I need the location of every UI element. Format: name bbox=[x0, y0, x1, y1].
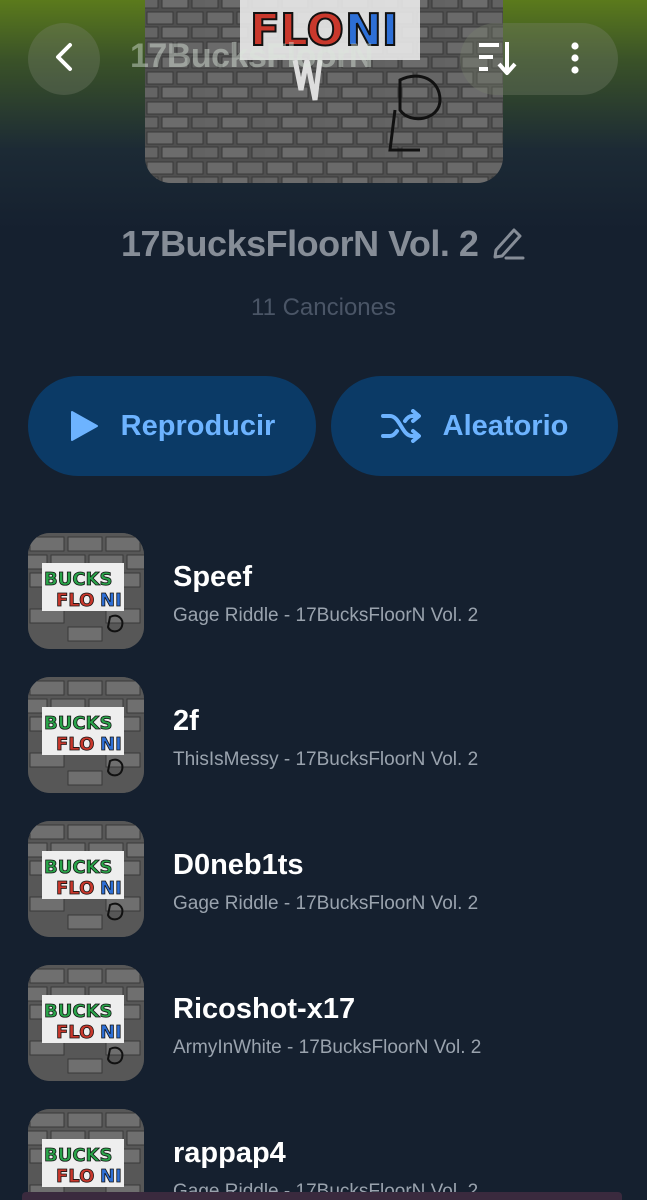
back-button[interactable] bbox=[28, 23, 100, 95]
track-row[interactable]: BUCKS FLO NI 2f ThisIsMessy - 17BucksFlo… bbox=[0, 677, 647, 821]
track-row[interactable]: BUCKS FLO NI rappap4 Gage Riddle - 17Buc… bbox=[0, 1109, 647, 1200]
svg-text:NI: NI bbox=[100, 1166, 122, 1187]
edit-pencil-icon[interactable] bbox=[490, 222, 526, 271]
track-list: BUCKS FLO NI Speef Gage Riddle - 17Bucks… bbox=[0, 533, 647, 1200]
track-row[interactable]: BUCKS FLO NI Speef Gage Riddle - 17Bucks… bbox=[0, 533, 647, 677]
svg-text:FLO: FLO bbox=[56, 878, 94, 899]
track-thumbnail: BUCKS FLO NI bbox=[28, 677, 144, 793]
sort-icon bbox=[475, 38, 519, 83]
track-subtitle: Gage Riddle - 17BucksFloorN Vol. 2 bbox=[173, 605, 479, 626]
svg-text:NI: NI bbox=[100, 734, 122, 755]
svg-text:BUCKS: BUCKS bbox=[44, 713, 112, 734]
top-app-bar: 17BucksFloorN bbox=[0, 0, 647, 120]
mini-player-edge[interactable] bbox=[22, 1192, 622, 1200]
track-thumbnail: BUCKS FLO NI bbox=[28, 1109, 144, 1200]
track-title: Speef bbox=[173, 561, 252, 593]
svg-text:NI: NI bbox=[100, 878, 122, 899]
svg-text:BUCKS: BUCKS bbox=[44, 569, 112, 590]
svg-text:FLO: FLO bbox=[56, 1022, 94, 1043]
track-thumbnail: BUCKS FLO NI bbox=[28, 965, 144, 1081]
svg-text:BUCKS: BUCKS bbox=[44, 857, 112, 878]
song-count: 11 Canciones bbox=[251, 294, 396, 321]
track-row[interactable]: BUCKS FLO NI D0neb1ts Gage Riddle - 17Bu… bbox=[0, 821, 647, 965]
collapsed-title: 17BucksFloorN bbox=[130, 37, 373, 75]
shuffle-button[interactable]: Aleatorio bbox=[331, 376, 618, 476]
svg-text:FLO: FLO bbox=[56, 734, 94, 755]
more-options-button[interactable] bbox=[555, 38, 595, 82]
track-title: Ricoshot-x17 bbox=[173, 993, 356, 1025]
svg-text:FLO: FLO bbox=[56, 1166, 94, 1187]
svg-text:NI: NI bbox=[100, 1022, 122, 1043]
sort-button[interactable] bbox=[473, 38, 521, 82]
shuffle-label: Aleatorio bbox=[442, 409, 569, 442]
more-vert-icon bbox=[569, 41, 581, 80]
track-title: D0neb1ts bbox=[173, 849, 304, 881]
playlist-title: 17BucksFloorN Vol. 2 bbox=[121, 223, 479, 265]
svg-text:NI: NI bbox=[100, 590, 122, 611]
track-subtitle: Gage Riddle - 17BucksFloorN Vol. 2 bbox=[173, 893, 479, 914]
track-thumbnail: BUCKS FLO NI bbox=[28, 821, 144, 937]
track-thumbnail: BUCKS FLO NI bbox=[28, 533, 144, 649]
track-title: 2f bbox=[173, 705, 199, 737]
svg-text:FLO: FLO bbox=[56, 590, 94, 611]
svg-text:BUCKS: BUCKS bbox=[44, 1001, 112, 1022]
track-title: rappap4 bbox=[173, 1137, 286, 1169]
svg-text:BUCKS: BUCKS bbox=[44, 1145, 112, 1166]
play-button[interactable]: Reproducir bbox=[28, 376, 316, 476]
back-arrow-icon bbox=[51, 40, 77, 79]
track-subtitle: ThisIsMessy - 17BucksFloorN Vol. 2 bbox=[173, 749, 479, 770]
play-label: Reproducir bbox=[120, 409, 276, 442]
track-subtitle: ArmyInWhite - 17BucksFloorN Vol. 2 bbox=[173, 1037, 482, 1058]
track-row[interactable]: BUCKS FLO NI Ricoshot-x17 ArmyInWhite - … bbox=[0, 965, 647, 1109]
playlist-title-row[interactable]: 17BucksFloorN Vol. 2 bbox=[0, 222, 647, 271]
play-icon bbox=[69, 410, 99, 442]
shuffle-icon bbox=[380, 409, 421, 443]
